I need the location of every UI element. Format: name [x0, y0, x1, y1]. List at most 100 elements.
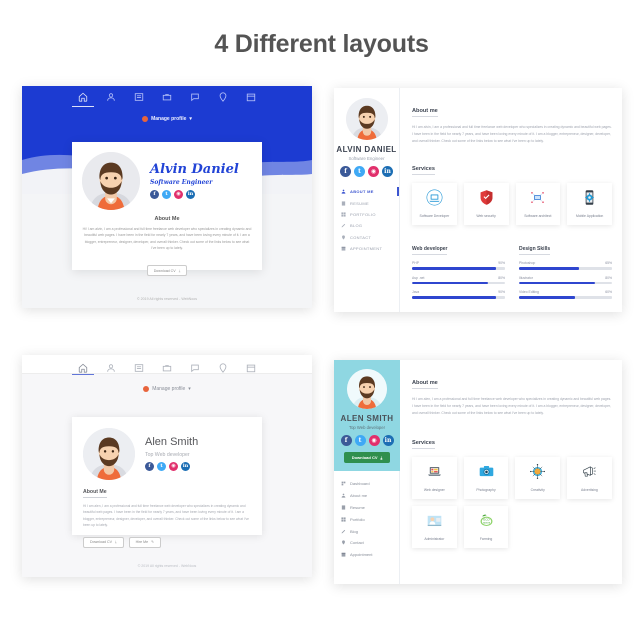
social-links[interactable]: f t ◉ in — [150, 189, 239, 199]
services-heading: Services — [412, 166, 436, 175]
service-card[interactable]: Mobile Application — [567, 182, 612, 225]
download-cv-label: Download CV — [153, 268, 176, 273]
skill-value: 80% — [498, 275, 505, 280]
laptop-color-icon — [426, 463, 443, 485]
nav-calendar-icon[interactable] — [246, 92, 256, 102]
nav-briefcase-icon[interactable] — [162, 92, 172, 102]
nav-user-icon[interactable] — [106, 92, 116, 102]
profile-name: Alvin Daniel — [150, 162, 239, 178]
twitter-icon[interactable]: t — [162, 189, 171, 199]
skill-value: 90% — [498, 290, 505, 295]
facebook-icon[interactable]: f — [340, 435, 352, 446]
twitter-icon[interactable]: t — [354, 166, 365, 177]
sidebar-item-resume[interactable]: Resume — [334, 502, 399, 514]
nav-home-icon[interactable] — [72, 360, 94, 375]
avatar — [347, 369, 387, 409]
avatar — [345, 98, 388, 140]
nav-chat-icon[interactable] — [190, 92, 200, 102]
service-card[interactable]: Software Developer — [412, 182, 457, 225]
sidebar-item-portfolio[interactable]: Portfolio — [334, 513, 399, 525]
layout-preview-4[interactable]: ALEN SMITH Top Web developer f t ◉ in Do… — [334, 360, 622, 584]
about-heading: About me — [412, 380, 438, 389]
service-card[interactable]: Administrator — [412, 505, 457, 548]
layout3-manage-profile-link[interactable]: Manage profile ▾ — [22, 386, 312, 392]
social-links[interactable]: f t ◉ in — [334, 435, 400, 446]
sidebar-item-portfolio[interactable]: PORTFOLIO — [334, 209, 399, 220]
instagram-icon[interactable]: ◉ — [368, 435, 380, 446]
person-desk-icon — [426, 512, 443, 534]
instagram-icon[interactable]: ◉ — [169, 461, 178, 471]
user-icon — [341, 189, 346, 194]
sidebar-item-blog[interactable]: Blog — [334, 525, 399, 537]
linkedin-icon[interactable]: in — [382, 166, 393, 177]
nav-calendar-icon[interactable] — [246, 360, 256, 373]
download-cv-button[interactable]: Download CV ⤓ — [344, 452, 390, 463]
skill-value: 60% — [605, 290, 612, 295]
nav-pin-icon[interactable] — [218, 360, 228, 373]
skill-label: Illustrator — [519, 275, 533, 280]
sidebar-item-appointment[interactable]: APPOINTMENT — [334, 243, 399, 254]
linkedin-icon[interactable]: in — [181, 461, 190, 471]
nav-pin-icon[interactable] — [218, 92, 228, 102]
download-cv-button[interactable]: Download CV ⤓ — [146, 265, 188, 277]
service-card[interactable]: Software architect — [515, 182, 561, 225]
about-heading: About me — [412, 108, 438, 117]
service-card[interactable]: Web designer — [412, 456, 457, 499]
layout4-menu[interactable]: Dashboard About me Resume Portfolio Blog — [334, 471, 400, 584]
download-cv-button[interactable]: Download CV ⤓ — [83, 536, 124, 548]
skill-row: Illustrator 80% — [519, 276, 612, 285]
layout-preview-3[interactable]: Manage profile ▾ Alen Smith Top Web deve… — [22, 355, 312, 577]
skill-value: 80% — [605, 275, 612, 280]
camera-icon — [478, 463, 495, 485]
nav-list-icon[interactable] — [134, 92, 144, 102]
nav-list-icon[interactable] — [134, 360, 144, 372]
sidebar-item-blog[interactable]: BLOG — [334, 220, 399, 231]
layout3-navbar[interactable] — [22, 355, 312, 375]
social-links[interactable]: f t ◉ in — [334, 166, 399, 177]
profile-role: Software Engineer — [348, 156, 385, 161]
sidebar-item-dashboard[interactable]: Dashboard — [334, 478, 399, 490]
service-card[interactable]: ECO GARDEN Farming — [463, 505, 509, 548]
facebook-icon[interactable]: f — [340, 166, 351, 177]
linkedin-icon[interactable]: in — [382, 435, 394, 446]
layout-preview-1[interactable]: Manage profile ▾ Alvin Daniel Software E… — [22, 86, 312, 308]
facebook-icon[interactable]: f — [150, 189, 159, 199]
grid-icon — [341, 517, 346, 522]
layout3-profile-top: Alen Smith Top Web developer f t ◉ in — [83, 428, 251, 480]
nav-user-icon[interactable] — [106, 360, 116, 372]
service-card[interactable]: Photography — [463, 456, 509, 499]
twitter-icon[interactable]: t — [354, 435, 366, 446]
service-card[interactable]: Advertising — [567, 456, 612, 499]
sidebar-item-resume[interactable]: RESUME — [334, 197, 399, 208]
sidebar-item-contact[interactable]: Contact — [334, 537, 399, 549]
instagram-icon[interactable]: ◉ — [368, 166, 379, 177]
skill-row: Java 90% — [412, 290, 505, 299]
nav-briefcase-icon[interactable] — [162, 360, 172, 372]
service-card[interactable]: Creativity — [515, 456, 561, 499]
service-card[interactable]: Web security — [463, 182, 509, 225]
pencil-icon — [341, 529, 346, 534]
sidebar-item-appointment[interactable]: Appointment — [334, 549, 399, 561]
social-links[interactable]: f t ◉ in — [145, 461, 198, 471]
layout2-menu[interactable]: ABOUT ME RESUME PORTFOLIO BLOG CONTACT A… — [334, 186, 399, 254]
sidebar-item-contact[interactable]: CONTACT — [334, 232, 399, 243]
sidebar-item-label: About me — [350, 493, 368, 499]
sidebar-item-about-me[interactable]: About me — [334, 490, 399, 502]
pencil-icon — [341, 223, 346, 228]
about-text: Hi I am alen, I am a professional and fu… — [83, 504, 249, 528]
twitter-icon[interactable]: t — [157, 461, 166, 471]
nav-chat-icon[interactable] — [190, 360, 200, 373]
skills-section: Web developer PHP 90% Asp .net 80% Java 90% — [412, 237, 612, 299]
sidebar-item-about-me[interactable]: ABOUT ME — [334, 186, 399, 197]
layout-preview-2[interactable]: ALVIN DANIEL Software Engineer f t ◉ in … — [334, 88, 622, 312]
profile-role: Top Web developer — [145, 451, 190, 458]
nav-home-icon[interactable] — [72, 92, 94, 107]
instagram-icon[interactable]: ◉ — [174, 189, 183, 199]
file-icon — [341, 505, 346, 510]
hire-me-button[interactable]: Hire Me ✎ — [128, 536, 162, 548]
linkedin-icon[interactable]: in — [186, 189, 195, 199]
facebook-icon[interactable]: f — [145, 461, 154, 471]
skill-label: PHP — [412, 260, 419, 265]
layout1-navbar[interactable] — [22, 86, 312, 107]
layout1-manage-profile-link[interactable]: Manage profile ▾ — [22, 116, 312, 122]
